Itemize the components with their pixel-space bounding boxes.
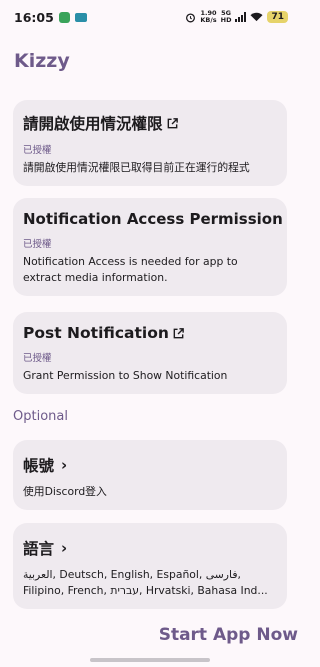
- card-title-text: Post Notification: [23, 324, 169, 342]
- chevron-right-icon: ›: [61, 456, 68, 474]
- net-speed-unit: KB/s: [200, 16, 217, 24]
- net-speed: 1.90 KB/s: [200, 10, 216, 24]
- permission-description: Grant Permission to Show Notification: [23, 369, 228, 382]
- card-title-text: Notification Access Permission: [23, 210, 283, 228]
- notification-access-permission-card[interactable]: Notification Access Permission 已授權 Notif…: [13, 198, 287, 296]
- card-title: 語言 ›: [23, 537, 277, 559]
- language-description: العربية, Deutsch, English, Español, فارس…: [23, 568, 268, 597]
- signal-icon: [235, 12, 247, 22]
- usage-access-permission-card[interactable]: 請開啟使用情況權限 已授權 請開啟使用情況權限已取得目前正在運行的程式: [13, 100, 287, 186]
- card-title: Post Notification: [23, 324, 277, 342]
- external-link-icon: [173, 327, 184, 338]
- network-type: 5G HD: [221, 10, 232, 24]
- external-link-icon: [167, 117, 178, 128]
- app-notification-icon: [58, 11, 70, 23]
- permission-status: 已授權: [23, 239, 52, 250]
- permission-description: 請開啟使用情況權限已取得目前正在運行的程式: [23, 161, 250, 174]
- app-notification-icon: [74, 12, 87, 22]
- start-app-button[interactable]: Start App Now: [159, 625, 298, 645]
- network-type-bottom: HD: [220, 16, 232, 24]
- optional-section-label: Optional: [13, 409, 68, 424]
- wifi-icon: [250, 12, 264, 22]
- permission-status: 已授權: [23, 353, 52, 364]
- app-title: Kizzy: [14, 50, 70, 72]
- card-title: 帳號 ›: [23, 454, 277, 476]
- permission-status: 已授權: [23, 145, 52, 156]
- alarm-icon: [186, 12, 196, 22]
- home-indicator[interactable]: [90, 658, 210, 662]
- card-title-text: 請開啟使用情況權限: [23, 115, 163, 133]
- card-title: Notification Access Permission: [23, 210, 283, 228]
- status-bar: 16:05 1.90 KB/s 5G HD 71: [0, 0, 300, 34]
- post-notification-permission-card[interactable]: Post Notification 已授權 Grant Permission t…: [13, 312, 287, 394]
- card-title: 請開啟使用情況權限: [23, 112, 277, 134]
- card-title-text: 帳號: [23, 457, 55, 475]
- account-card[interactable]: 帳號 › 使用Discord登入: [13, 440, 287, 510]
- language-card[interactable]: 語言 › العربية, Deutsch, English, Español,…: [13, 523, 287, 609]
- status-time: 16:05: [14, 9, 54, 25]
- permission-description: Notification Access is needed for app to…: [23, 255, 238, 284]
- account-description: 使用Discord登入: [23, 485, 107, 498]
- battery-indicator: 71: [267, 11, 288, 23]
- card-title-text: 語言: [23, 540, 55, 558]
- chevron-right-icon: ›: [61, 539, 68, 557]
